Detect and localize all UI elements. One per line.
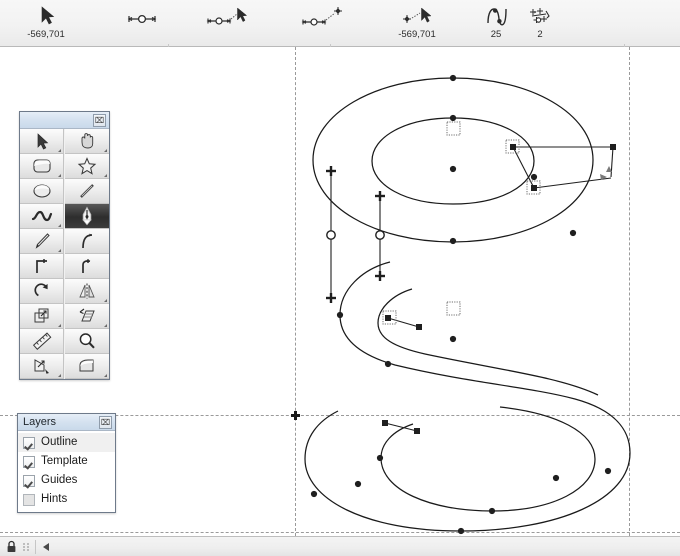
tool-mirror[interactable] [64,279,109,304]
layer-label-template: Template [41,455,88,467]
wave-pencil-icon [31,210,52,222]
rotate-icon [33,283,48,297]
layers-panel: Layers ⌧ Outline Template Guides Hints [17,413,116,513]
flyout-indicator [58,249,61,252]
tool-pan-hand[interactable] [64,129,109,154]
flyout-indicator [103,299,107,302]
toolbar-tool-node-count[interactable]: 2 [510,3,570,45]
tool-corner[interactable] [20,254,64,279]
flyout-indicator [58,149,61,152]
toolbar-tool-node-segment-cursor[interactable] [195,3,255,45]
arrow-cursor-icon [37,133,48,150]
toolbox-grid [20,129,109,379]
arc-icon [81,233,92,249]
brush-icon [35,233,50,249]
layer-label-hints: Hints [41,493,68,505]
tool-measure[interactable] [20,329,64,354]
knife-select-icon [34,359,49,374]
layer-checkbox-guides[interactable] [23,474,35,487]
tool-zoom[interactable] [64,329,109,354]
node-segment-cursor-icon [198,3,252,29]
tool-rotate[interactable] [20,279,64,304]
lock-icon[interactable] [0,540,22,553]
flyout-indicator [103,149,107,152]
top-toolbar: -569,701 -569,701 25 2 [0,0,680,56]
node-segment-icon [115,3,169,29]
status-bar [0,536,680,556]
status-track [53,537,680,556]
transform-icon [34,308,48,323]
flyout-indicator [103,174,107,177]
flyout-indicator [58,374,61,377]
tool-knife[interactable] [20,354,64,379]
flyout-indicator [103,324,107,327]
shape-fill-icon [79,359,93,372]
tool-transform[interactable] [20,304,64,329]
glyph-editor-window: -569,701 -569,701 25 2 ⌧ Layers ⌧ Outlin… [0,0,680,556]
tool-star[interactable] [64,154,109,179]
tool-skew[interactable] [64,304,109,329]
magnifier-icon [79,333,95,349]
node-segment-point-icon [295,3,349,29]
toolbar-label-node-count: 2 [537,29,543,40]
tool-shape-fill[interactable] [64,354,109,379]
tool-ellipse[interactable] [20,179,64,204]
point-cursor-icon [390,3,444,29]
layer-checkbox-outline[interactable] [23,436,35,449]
layer-row-hints[interactable]: Hints [18,490,115,509]
layer-label-guides: Guides [41,474,78,486]
flyout-indicator [103,374,107,377]
layer-checkbox-template[interactable] [23,455,35,468]
corner-icon [35,259,47,273]
hand-icon [81,133,93,149]
grip-dots-icon[interactable] [22,541,32,553]
tool-arc[interactable] [64,229,109,254]
layer-checkbox-hints[interactable] [23,493,35,506]
flyout-indicator [58,224,61,227]
layer-row-guides[interactable]: Guides [18,471,115,490]
layer-row-template[interactable]: Template [18,452,115,471]
status-divider [35,539,36,554]
rounded-rectangle-icon [32,159,51,173]
prev-glyph-button[interactable] [39,539,53,555]
skew-icon [79,308,95,322]
toolbar-label-coords-1: -569,701 [27,29,65,40]
layer-label-outline: Outline [41,436,78,448]
multi-node-icon [513,3,567,29]
close-icon[interactable]: ⌧ [99,416,112,429]
tool-line[interactable] [64,179,109,204]
ellipse-icon [32,184,51,198]
mirror-icon [78,283,95,299]
flyout-indicator [58,324,61,327]
toolbar-label-coords-2: -569,701 [398,29,436,40]
flyout-indicator [58,174,61,177]
tool-pen-nib[interactable] [64,204,109,229]
toolbox-titlebar[interactable]: ⌧ [20,112,109,129]
toolbar-tool-point-coordinates[interactable]: -569,701 [387,3,447,45]
arrow-cursor-icon [19,3,73,29]
toolbar-tool-node-segment-point[interactable] [292,3,352,45]
toolbar-tool-node-segment[interactable] [112,3,172,45]
pen-nib-icon [81,206,92,226]
tool-curve-corner[interactable] [64,254,109,279]
layers-title: Layers [23,415,57,428]
layer-row-outline[interactable]: Outline [18,433,115,452]
close-icon[interactable]: ⌧ [93,114,106,127]
tool-freehand[interactable] [20,204,64,229]
tool-edit-arrow[interactable] [20,129,64,154]
star-icon [77,157,96,175]
curve-corner-icon [81,259,90,273]
toolbox-panel: ⌧ [19,111,110,380]
line-icon [79,184,94,198]
tool-brush[interactable] [20,229,64,254]
glyph-canvas[interactable]: ⌧ Layers ⌧ Outline Template Guides Hints [0,47,680,536]
tool-rounded-rect[interactable] [20,154,64,179]
toolbar-tool-select-info[interactable]: -569,701 [16,3,76,45]
ruler-icon [32,332,51,350]
layers-list: Outline Template Guides Hints [18,431,115,512]
layers-titlebar[interactable]: Layers ⌧ [18,414,115,431]
